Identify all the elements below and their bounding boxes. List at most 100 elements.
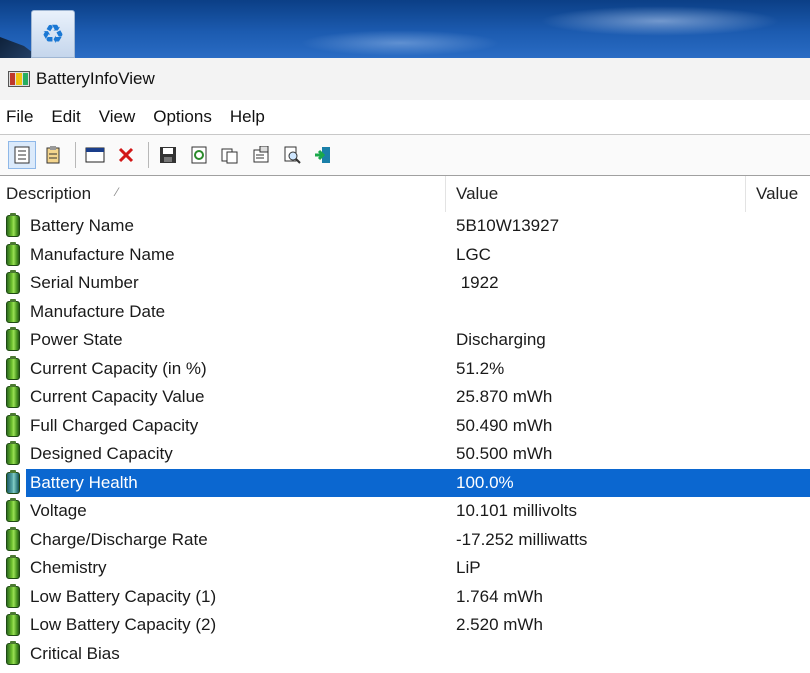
battery-icon (6, 583, 20, 608)
battery-log-mode-button[interactable] (39, 141, 67, 169)
item-value: 1.764 mWh (456, 586, 543, 606)
item-value: 51.2% (456, 358, 505, 378)
battery-icon (6, 640, 20, 665)
properties-button[interactable] (247, 141, 275, 169)
app-window: BatteryInfoView File Edit View Options H… (0, 58, 810, 673)
list-item[interactable]: Critical Bias (0, 640, 810, 669)
cloud (300, 30, 500, 56)
list-item[interactable]: Voltage 10.101 millivolts (0, 497, 810, 526)
exit-icon (315, 147, 330, 163)
recycle-bin-desktop-icon[interactable]: ♻ (26, 10, 80, 58)
window-title: BatteryInfoView (36, 69, 155, 88)
list-item[interactable]: Current Capacity (in %) 51.2% (0, 355, 810, 384)
battery-info-list: Battery Name 5B10W13927 Manufacture Name L… (0, 212, 810, 668)
battery-app-icon (8, 71, 30, 87)
list-item[interactable]: Current Capacity Value 25.870 mWh (0, 383, 810, 412)
item-value: LiP (456, 558, 481, 578)
battery-icon (6, 298, 20, 323)
battery-icon (6, 270, 20, 295)
item-value: LGC (456, 244, 491, 264)
copy-icon (221, 148, 238, 164)
copy-button[interactable] (216, 141, 244, 169)
item-value: 10.101 millivolts (456, 501, 577, 521)
list-item[interactable]: Chemistry LiP (0, 554, 810, 583)
item-description: Charge/Discharge Rate (30, 529, 208, 549)
item-description: Serial Number (30, 273, 139, 293)
list-item-selected[interactable]: Battery Health 100.0% (0, 468, 810, 497)
item-description: Current Capacity Value (30, 387, 205, 407)
list-item[interactable]: Serial Number 1922 (0, 269, 810, 298)
toolbar (0, 134, 810, 176)
list-item[interactable]: Manufacture Date (0, 298, 810, 327)
item-value: 25.870 mWh (456, 387, 553, 407)
refresh-button[interactable] (185, 141, 213, 169)
list-item[interactable]: Low Battery Capacity (1) 1.764 mWh (0, 583, 810, 612)
item-description: Battery Health (26, 468, 446, 497)
battery-icon (6, 555, 20, 580)
clipboard-icon (46, 146, 60, 164)
item-value (446, 640, 810, 669)
item-description: Battery Name (30, 216, 134, 236)
properties-icon (253, 146, 269, 163)
menu-help[interactable]: Help (230, 107, 271, 127)
item-value: Discharging (456, 330, 546, 350)
column-header-label: Description (6, 184, 92, 203)
column-header-description[interactable]: Description ⁄ (0, 176, 446, 212)
battery-icon (6, 612, 20, 637)
column-header-value-2[interactable]: Value (746, 176, 810, 212)
item-description: Low Battery Capacity (2) (30, 615, 217, 635)
battery-icon (6, 526, 20, 551)
battery-icon (6, 241, 20, 266)
column-header-value[interactable]: Value (446, 176, 746, 212)
battery-info-mode-button[interactable] (8, 141, 36, 169)
list-icon (14, 146, 30, 164)
exit-button[interactable] (309, 141, 337, 169)
item-value: 50.490 mWh (456, 415, 553, 435)
item-description: Manufacture Name (30, 244, 175, 264)
save-button[interactable] (154, 141, 182, 169)
search-icon (284, 146, 301, 164)
delete-button[interactable] (112, 141, 140, 169)
toolbar-separator (148, 142, 149, 168)
battery-icon (6, 327, 20, 352)
list-item[interactable]: Battery Name 5B10W13927 (0, 212, 810, 241)
battery-icon (6, 384, 20, 409)
column-header-label: Value (756, 184, 799, 203)
item-description: Designed Capacity (30, 444, 173, 464)
item-description: Critical Bias (30, 643, 120, 663)
item-value: -17.252 milliwatts (456, 529, 588, 549)
list-item[interactable]: Low Battery Capacity (2) 2.520 mWh (0, 611, 810, 640)
item-description: Manufacture Date (30, 301, 166, 321)
refresh-icon (191, 146, 207, 164)
item-value: 100.0% (446, 468, 810, 497)
battery-icon (6, 441, 20, 466)
item-value: 1922 (456, 273, 499, 293)
battery-icon (6, 412, 20, 437)
item-description: Chemistry (30, 558, 107, 578)
desktop-wallpaper: ♻ (0, 0, 810, 58)
menu-edit[interactable]: Edit (51, 107, 86, 127)
item-value (446, 298, 810, 327)
menu-view[interactable]: View (99, 107, 142, 127)
window-icon (85, 147, 105, 163)
find-button[interactable] (278, 141, 306, 169)
cloud (540, 6, 780, 36)
menu-options[interactable]: Options (153, 107, 218, 127)
menu-bar: File Edit View Options Help (0, 100, 810, 134)
list-item[interactable]: Manufacture Name LGC (0, 241, 810, 270)
list-item[interactable]: Full Charged Capacity 50.490 mWh (0, 412, 810, 441)
battery-icon (6, 498, 20, 523)
list-item[interactable]: Designed Capacity 50.500 mWh (0, 440, 810, 469)
close-icon (118, 147, 134, 163)
list-item[interactable]: Charge/Discharge Rate -17.252 milliwatts (0, 526, 810, 555)
item-description: Power State (30, 330, 123, 350)
item-description: Full Charged Capacity (30, 415, 199, 435)
column-header-row: Description ⁄ Value Value (0, 176, 810, 212)
window-properties-button[interactable] (81, 141, 109, 169)
menu-file[interactable]: File (6, 107, 39, 127)
list-item[interactable]: Power State Discharging (0, 326, 810, 355)
recycle-icon: ♻ (31, 10, 75, 58)
title-bar[interactable]: BatteryInfoView (0, 58, 810, 100)
item-value: 50.500 mWh (456, 444, 553, 464)
item-description: Voltage (30, 501, 87, 521)
